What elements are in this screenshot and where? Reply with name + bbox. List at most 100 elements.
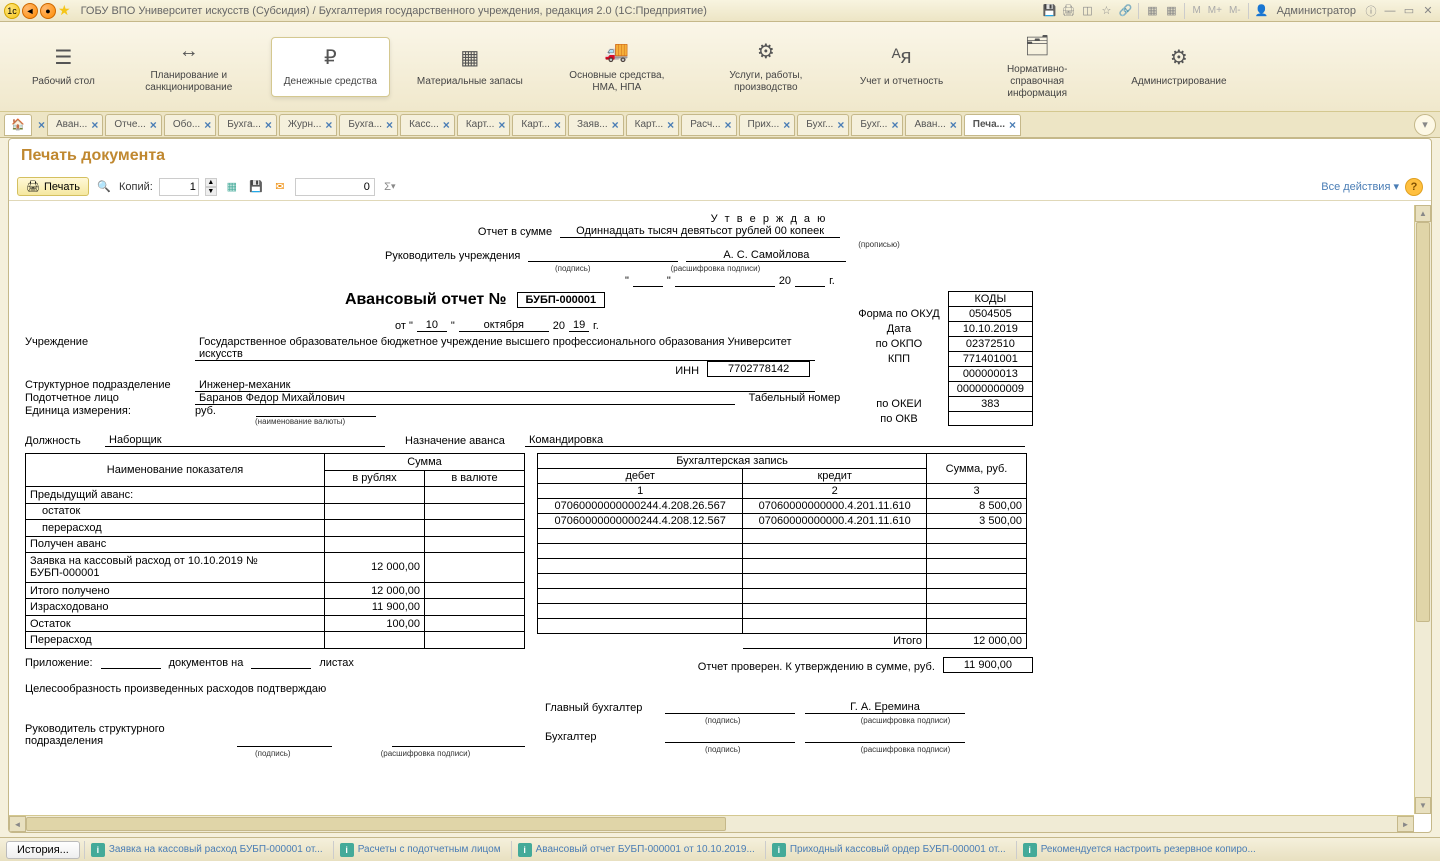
- dept-label: Структурное подразделение: [25, 379, 185, 392]
- tab-close-icon[interactable]: ×: [554, 118, 561, 132]
- memory-mplus[interactable]: M+: [1206, 5, 1224, 16]
- print-button[interactable]: 🖨 Печать: [17, 177, 89, 196]
- tab-5[interactable]: Бухга...×: [339, 114, 398, 136]
- nav-reports[interactable]: ᴬяУчет и отчетность: [848, 38, 955, 96]
- tab-16[interactable]: Печа...×: [964, 114, 1021, 136]
- tab-close-icon[interactable]: ×: [612, 118, 619, 132]
- tab-0[interactable]: Аван...×: [47, 114, 103, 136]
- disk-icon[interactable]: 💾: [247, 178, 265, 196]
- tab-close-icon[interactable]: ×: [1009, 118, 1016, 132]
- spin-up[interactable]: ▲: [205, 178, 217, 187]
- tab-close-icon[interactable]: ×: [725, 118, 732, 132]
- tabs-dropdown[interactable]: ▾: [1414, 114, 1436, 136]
- tab-6[interactable]: Касс...×: [400, 114, 455, 136]
- tab-11[interactable]: Расч...×: [681, 114, 736, 136]
- nav-back-icon[interactable]: ◄: [22, 3, 38, 19]
- tab-13[interactable]: Бухг...×: [797, 114, 849, 136]
- tab-close-icon[interactable]: ×: [265, 118, 272, 132]
- tab-12[interactable]: Прих...×: [739, 114, 796, 136]
- tab-close-icon[interactable]: ×: [783, 118, 790, 132]
- nav-assets[interactable]: 🚚Основные средства, НМА, НПА: [550, 32, 684, 102]
- copies-input[interactable]: [159, 178, 199, 196]
- help-button[interactable]: ?: [1405, 178, 1423, 196]
- link-icon[interactable]: 🔗: [1117, 3, 1133, 19]
- memory-m[interactable]: M: [1190, 5, 1202, 16]
- print-icon[interactable]: 🖨: [1060, 3, 1076, 19]
- scroll-right[interactable]: ►: [1397, 816, 1414, 832]
- tab-14[interactable]: Бухг...×: [851, 114, 903, 136]
- org: Государственное образовательное бюджетно…: [195, 336, 815, 361]
- history-button[interactable]: История...: [6, 841, 80, 859]
- info-icon: i: [91, 843, 105, 857]
- tab-4[interactable]: Журн...×: [279, 114, 337, 136]
- horizontal-scrollbar[interactable]: ◄ ►: [9, 815, 1414, 832]
- statusbar: История... iЗаявка на кассовый расход БУ…: [0, 837, 1440, 861]
- document-viewport[interactable]: У т в е р ж д а ю Отчет в сумме Одиннадц…: [9, 205, 1431, 832]
- tab-close-icon[interactable]: ×: [443, 118, 450, 132]
- tab-close-icon[interactable]: ×: [386, 118, 393, 132]
- minimize-icon[interactable]: —: [1382, 3, 1398, 19]
- calc-icon[interactable]: ▦: [1144, 3, 1160, 19]
- maximize-icon[interactable]: ▭: [1401, 3, 1417, 19]
- nav-services[interactable]: ⚙Услуги, работы, производство: [699, 32, 833, 102]
- status-link-1[interactable]: iРасчеты с подотчетным лицом: [333, 841, 507, 859]
- tab-close-icon[interactable]: ×: [837, 118, 844, 132]
- nav-money[interactable]: ₽Денежные средства: [271, 37, 390, 97]
- status-link-2[interactable]: iАвансовый отчет БУБП-000001 от 10.10.20…: [511, 841, 761, 859]
- calendar-icon[interactable]: ▦: [1163, 3, 1179, 19]
- tab-close-icon[interactable]: ×: [950, 118, 957, 132]
- mail-icon[interactable]: ✉: [271, 178, 289, 196]
- spin-down[interactable]: ▼: [205, 187, 217, 196]
- tab-15[interactable]: Аван...×: [905, 114, 961, 136]
- nav-desktop[interactable]: ☰Рабочий стол: [20, 38, 107, 96]
- nav-planning[interactable]: ↔Планирование и санкционирование: [122, 32, 256, 102]
- tab-close-icon[interactable]: ×: [204, 118, 211, 132]
- star-icon[interactable]: ☆: [1098, 3, 1114, 19]
- truck-icon: 🚚: [604, 40, 629, 64]
- memory-mminus[interactable]: M-: [1227, 5, 1243, 16]
- codes-table: КОДЫ Форма по ОКУД0504505 Дата10.10.2019…: [850, 291, 1033, 426]
- scroll-down[interactable]: ▼: [1415, 797, 1431, 814]
- status-link-3[interactable]: iПриходный кассовый ордер БУБП-000001 от…: [765, 841, 1012, 859]
- home-tab[interactable]: 🏠: [4, 114, 32, 136]
- sigma-icon[interactable]: Σ▾: [381, 178, 399, 196]
- compare-icon[interactable]: ◫: [1079, 3, 1095, 19]
- tab-close-icon[interactable]: ×: [498, 118, 505, 132]
- nav-reference[interactable]: 🗂Нормативно-справочная информация: [970, 26, 1104, 108]
- tab-7[interactable]: Карт...×: [457, 114, 511, 136]
- tab-8[interactable]: Карт...×: [512, 114, 566, 136]
- tab-1[interactable]: Отче...×: [105, 114, 161, 136]
- tab-10[interactable]: Карт...×: [626, 114, 680, 136]
- scroll-left[interactable]: ◄: [9, 816, 26, 832]
- all-actions[interactable]: Все действия ▾: [1321, 180, 1399, 193]
- vertical-scrollbar[interactable]: ▲ ▼: [1414, 205, 1431, 814]
- tab-close-icon[interactable]: ×: [325, 118, 332, 132]
- materials-icon: ▦: [460, 46, 479, 70]
- home-close[interactable]: ×: [38, 118, 45, 132]
- tab-3[interactable]: Бухга...×: [218, 114, 277, 136]
- scroll-up[interactable]: ▲: [1415, 205, 1431, 222]
- close-icon[interactable]: ✕: [1420, 3, 1436, 19]
- preview-icon[interactable]: 🔍: [95, 178, 113, 196]
- sum-input[interactable]: [295, 178, 375, 196]
- tab-close-icon[interactable]: ×: [150, 118, 157, 132]
- nav-materials[interactable]: ▦Материальные запасы: [405, 38, 535, 96]
- save-icon[interactable]: 💾: [1041, 3, 1057, 19]
- nav-admin[interactable]: ⚙Администрирование: [1119, 38, 1238, 96]
- tab-close-icon[interactable]: ×: [91, 118, 98, 132]
- info-icon: i: [1023, 843, 1037, 857]
- grid-icon[interactable]: ▦: [223, 178, 241, 196]
- tab-close-icon[interactable]: ×: [667, 118, 674, 132]
- status-link-0[interactable]: iЗаявка на кассовый расход БУБП-000001 о…: [84, 841, 329, 859]
- propis-note: (прописью): [725, 240, 1033, 249]
- tab-2[interactable]: Обо...×: [164, 114, 216, 136]
- status-link-4[interactable]: iРекомендуется настроить резервное копир…: [1016, 841, 1262, 859]
- favorite-icon[interactable]: ★: [58, 2, 71, 19]
- nav-fwd-icon[interactable]: ●: [40, 3, 56, 19]
- hscroll-thumb[interactable]: [26, 817, 726, 831]
- info-icon[interactable]: ⓘ: [1363, 3, 1379, 19]
- tab-close-icon[interactable]: ×: [891, 118, 898, 132]
- tab-9[interactable]: Заяв...×: [568, 114, 624, 136]
- vscroll-thumb[interactable]: [1416, 222, 1430, 622]
- tabs-bar: 🏠 × Аван...× Отче...× Обо...× Бухга...× …: [0, 112, 1440, 138]
